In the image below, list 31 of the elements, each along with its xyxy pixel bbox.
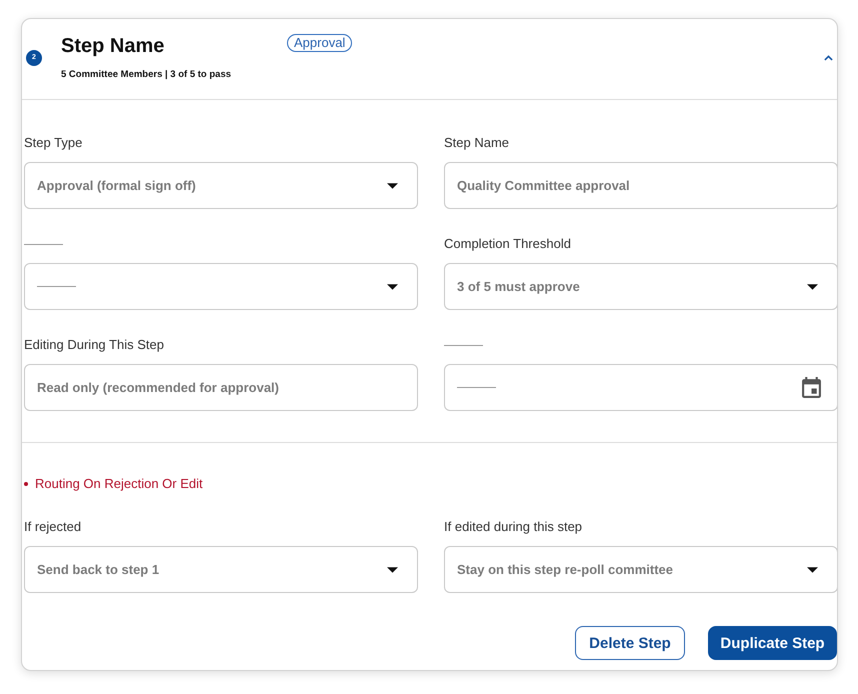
step-title: Step Name xyxy=(61,34,166,58)
section-title: Routing On Rejection Or Edit xyxy=(35,476,203,492)
bullet-icon xyxy=(24,482,28,486)
field-label: Step Type xyxy=(24,135,82,151)
caret-down-icon xyxy=(387,284,398,290)
select-field[interactable]: Stay on this step re-poll committee xyxy=(444,546,837,593)
field-label: Completion Threshold xyxy=(444,236,571,252)
blank-value-line xyxy=(457,387,496,388)
select-field[interactable]: Send back to step 1 xyxy=(24,546,418,593)
step-subtitle: 5 Committee Members | 3 of 5 to pass xyxy=(61,69,232,81)
delete-step-button[interactable]: Delete Step xyxy=(575,626,685,660)
chevron-up-icon[interactable] xyxy=(824,54,833,60)
blank-label-line xyxy=(444,344,483,346)
caret-down-icon xyxy=(387,182,398,188)
caret-down-icon xyxy=(387,566,398,572)
blank-value-line xyxy=(37,286,76,287)
caret-down-icon xyxy=(807,566,818,572)
date-field[interactable] xyxy=(444,364,837,411)
field-label: Editing During This Step xyxy=(24,337,164,353)
caret-down-icon xyxy=(807,284,818,290)
text-field[interactable]: Quality Committee approval xyxy=(444,162,837,209)
select-field[interactable] xyxy=(24,263,418,310)
step-type-tag: Approval xyxy=(287,34,352,52)
duplicate-step-button[interactable]: Duplicate Step xyxy=(708,626,837,660)
field-label: If rejected xyxy=(24,519,82,535)
field-label: Step Name xyxy=(444,135,510,151)
text-field[interactable]: Read only (recommended for approval) xyxy=(24,364,418,411)
field-label: If edited during this step xyxy=(444,519,582,535)
calendar-icon xyxy=(802,377,821,398)
select-field[interactable]: Approval (formal sign off) xyxy=(24,162,418,209)
select-field[interactable]: 3 of 5 must approve xyxy=(444,263,837,310)
